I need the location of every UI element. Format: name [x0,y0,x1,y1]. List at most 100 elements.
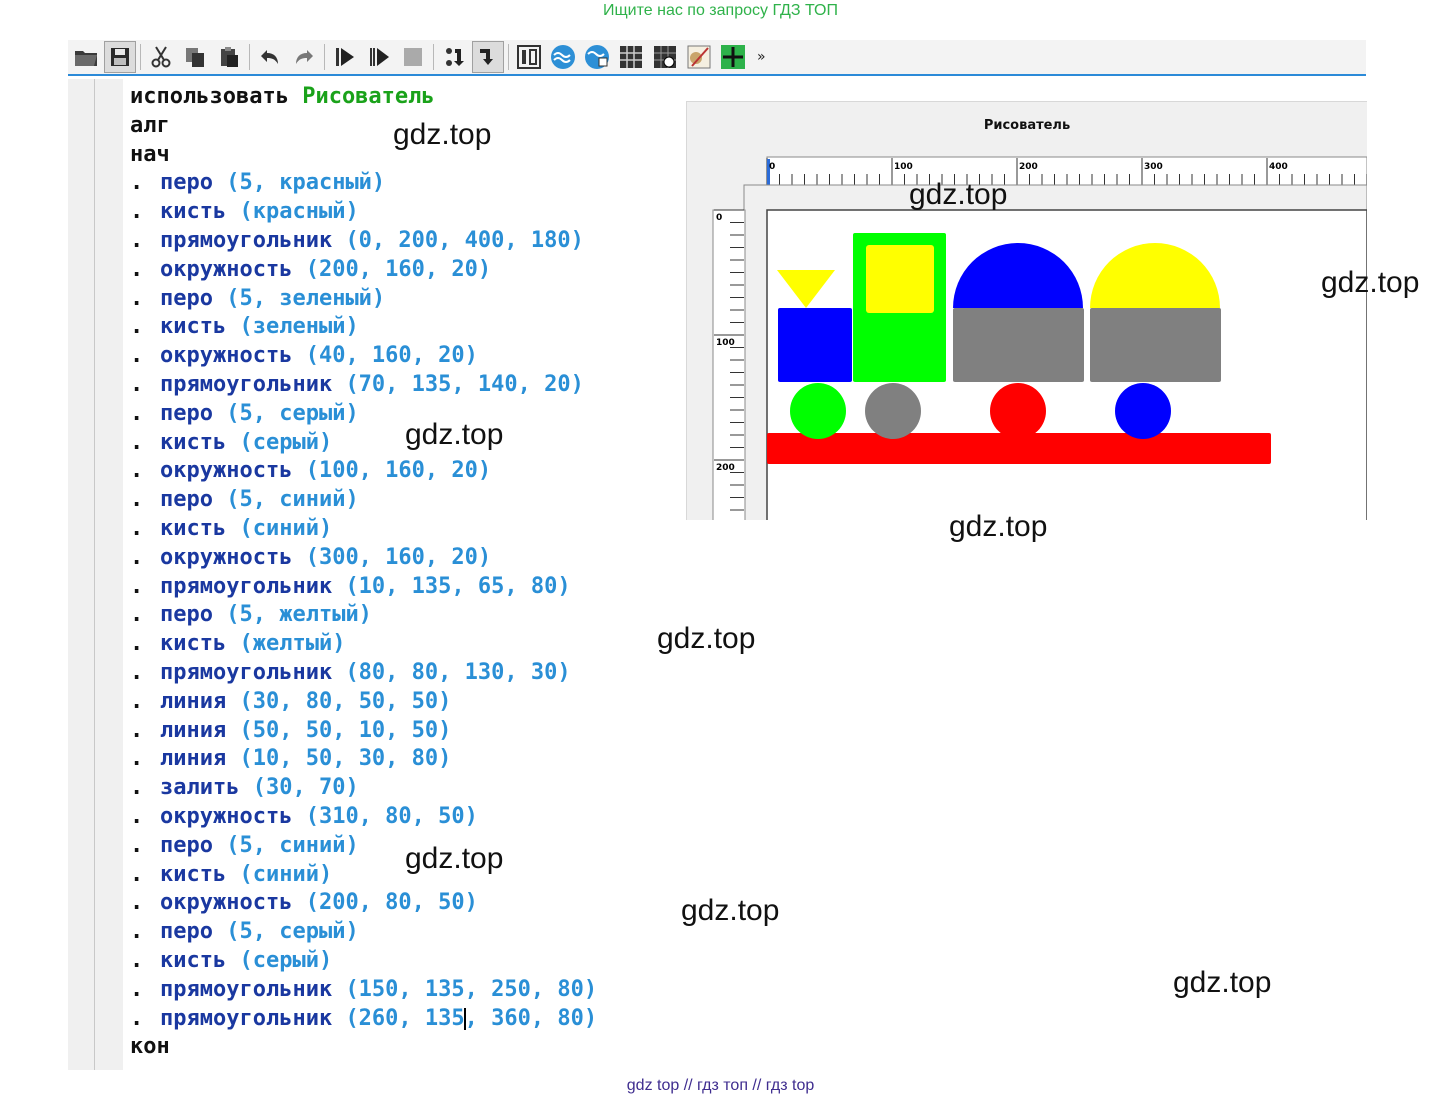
command: кисть [160,199,227,225]
arguments: (50, 50, 10, 50) [239,717,452,743]
arguments: (5, желтый) [226,602,372,628]
arguments: (200, 160, 20) [305,256,492,282]
code-line: . окружность (40, 160, 20) [130,342,690,371]
code-line: . линия (50, 50, 10, 50) [130,717,690,746]
statement-dot: . [130,515,144,541]
statement-dot: . [130,890,144,916]
arguments: (260, 135 [345,1005,465,1031]
command: линия [160,746,227,772]
draftsman-icon[interactable] [649,41,681,73]
open-folder-icon[interactable] [70,41,102,73]
copy-icon[interactable] [179,41,211,73]
watermark: gdz.top [949,510,1048,543]
code-line: . прямоугольник (70, 135, 140, 20) [130,371,690,400]
code-editor[interactable]: использовать Рисователь алг нач . перо (5… [130,83,690,1062]
arguments: (красный) [239,199,359,225]
statement-dot: . [130,199,144,225]
tab-view-icon[interactable] [513,41,545,73]
command: перо [160,919,213,945]
keyword: кон [130,1034,170,1060]
statement-dot: . [130,458,144,484]
arguments: (200, 80, 50) [305,890,478,916]
turtle-icon[interactable] [581,41,613,73]
cross-icon[interactable] [717,41,749,73]
code-line: . перо (5, красный) [130,169,690,198]
command: перо [160,400,213,426]
code-line: . прямоугольник (150, 135, 250, 80) [130,976,690,1005]
ruler-x-label: 100 [894,162,913,172]
statement-dot: . [130,544,144,570]
arguments: (5, синий) [226,487,359,513]
undo-icon[interactable] [254,41,286,73]
command: кисть [160,314,227,340]
statement-dot: . [130,400,144,426]
command: залить [160,775,240,801]
statement-dot: . [130,803,144,829]
arguments: (желтый) [239,631,346,657]
arguments: (310, 80, 50) [305,803,478,829]
code-line: . прямоугольник (10, 135, 65, 80) [130,573,690,602]
redo-icon[interactable] [288,41,320,73]
gray-wagon-2 [1090,308,1221,382]
code-line: . прямоугольник (80, 80, 130, 30) [130,659,690,688]
red-wheel [990,383,1046,439]
command: прямоугольник [160,1005,333,1031]
command: перо [160,285,213,311]
statement-dot: . [130,947,144,973]
statement-dot: . [130,371,144,397]
command: прямоугольник [160,976,333,1002]
statement-dot: . [130,861,144,887]
statement-dot: . [130,746,144,772]
code-line: . кисть (серый) [130,947,690,976]
code-line: . окружность (200, 160, 20) [130,256,690,285]
code-line: . перо (5, зеленый) [130,285,690,314]
command: прямоугольник [160,371,333,397]
ruler-y-label: 0 [716,213,722,223]
run-icon[interactable] [329,41,361,73]
arguments: (серый) [239,947,333,973]
step-over-icon[interactable] [438,41,470,73]
toolbar-separator [249,44,250,70]
watermark: gdz.top [681,894,780,927]
save-icon[interactable] [104,41,136,73]
code-line: . прямоугольник (0, 200, 400, 180) [130,227,690,256]
arguments: (40, 160, 20) [305,343,478,369]
code-line: . кисть (синий) [130,515,690,544]
robot-icon[interactable] [547,41,579,73]
step-into-icon[interactable] [472,41,504,73]
drawer-window[interactable]: Рисователь 0 100 200 300 400 0 100 200 [686,101,1367,520]
vertical-ruler [712,209,746,520]
watermark: gdz.top [393,118,492,151]
code-line: . прямоугольник (260, 135, 360, 80) [130,1005,690,1034]
command: перо [160,832,213,858]
command: кисть [160,515,227,541]
code-line: . перо (5, желтый) [130,601,690,630]
drawer-canvas[interactable]: 0 100 200 300 400 0 100 200 [687,102,1367,520]
toolbar-more-button[interactable]: » [757,49,766,65]
grid-icon[interactable] [615,41,647,73]
drawer-icon[interactable] [683,41,715,73]
code-line: . окружность (300, 160, 20) [130,544,690,573]
arguments: (5, красный) [226,170,386,196]
stop-icon[interactable] [397,41,429,73]
blue-box [778,308,852,382]
arguments: (10, 135, 65, 80) [345,573,571,599]
arguments: (80, 80, 130, 30) [345,659,571,685]
command: кисть [160,861,227,887]
paste-icon[interactable] [213,41,245,73]
command: кисть [160,947,227,973]
statement-dot: . [130,285,144,311]
watermark: gdz.top [1173,966,1272,999]
watermark: gdz.top [405,842,504,875]
statement-dot: . [130,429,144,455]
code-line: . перо (5, серый) [130,918,690,947]
cut-icon[interactable] [145,41,177,73]
statement-dot: . [130,775,144,801]
arguments: (серый) [239,429,333,455]
arguments: (зеленый) [239,314,359,340]
step-run-icon[interactable] [363,41,395,73]
statement-dot: . [130,602,144,628]
arguments: (синий) [239,515,333,541]
code-line: . залить (30, 70) [130,774,690,803]
statement-dot: . [130,717,144,743]
